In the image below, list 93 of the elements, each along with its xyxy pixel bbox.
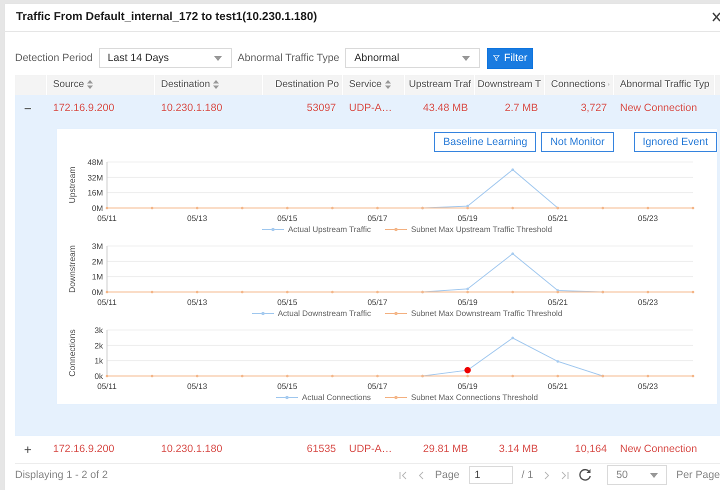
table-cell: 10.230.1.180 [161,102,222,114]
x-tick-label: 05/23 [638,298,658,307]
table-cell: 61535 [306,443,336,456]
next-page-icon[interactable] [542,470,552,480]
table-cell: 53097 [306,102,336,114]
y-tick-label: 3M [92,242,103,251]
x-tick-label: 05/23 [638,214,658,223]
action-button[interactable]: Ignored Event [634,132,717,152]
per-page-label: Per Page [676,469,720,482]
table-cell: 10.230.1.180 [161,443,222,456]
y-tick-label: 0M [92,204,103,213]
x-tick-label: 05/19 [458,298,478,307]
x-tick-label: 05/21 [548,298,568,307]
y-tick-label: 0k [94,372,103,381]
table-cell: UDP-A… [349,443,392,456]
x-tick-label: 05/13 [187,214,208,223]
filter-dropdown[interactable]: Last 14 Days [98,48,232,68]
y-axis-label: Downstream [67,245,77,293]
x-tick-label: 05/11 [97,214,117,223]
filter-label: Abnormal Traffic Type [238,52,340,64]
table-row[interactable]: − 172.16.9.200 10.230.1.180 53097 UDP-A… 43.48 MB 2.7 MB 3,727 New Connection [15,94,720,122]
legend-line-icon [276,395,298,400]
action-button[interactable]: Baseline Learning [434,132,536,152]
page-input[interactable]: 1 [468,466,513,484]
legend-line-icon [252,311,274,316]
refresh-icon[interactable] [578,468,592,482]
filter-dropdown[interactable]: Abnormal [345,48,480,68]
x-tick-label: 05/13 [187,298,208,307]
caret-icon [462,56,470,61]
table-cell: 3.14 MB [498,443,538,456]
legend-label: Actual Downstream Traffic [278,309,371,318]
legend-label: Actual Connections [302,393,371,402]
y-axis-label: Upstream [67,166,77,204]
caret-icon [214,56,222,61]
filter-button[interactable]: Filter [487,48,534,69]
previous-page-icon[interactable] [417,470,426,480]
highlight-point [464,366,471,374]
y-tick-label: 16M [87,188,103,198]
y-axis-label: Connections [67,329,77,377]
table-cell: 29.81 MB [423,443,468,456]
x-tick-label: 05/17 [367,214,388,223]
last-page-icon[interactable] [560,470,570,480]
table-cell: New Connection [620,443,698,456]
page-total: / 1 [522,469,534,482]
legend-label: Actual Upstream Traffic [288,225,371,234]
expand-toggle[interactable]: − [24,100,32,116]
x-tick-label: 05/23 [638,382,658,391]
y-tick-label: 0M [92,288,103,297]
x-tick-label: 05/11 [97,298,117,307]
y-tick-label: 2k [94,341,103,350]
x-tick-label: 05/21 [548,382,568,391]
dialog-title: Traffic From Default_internal_172 to test1(10.230.1.180) [16,11,318,24]
y-tick-label: 48M [87,158,103,167]
filter-label: Detection Period [15,52,93,64]
y-tick-label: 2M [92,257,103,266]
page-label: Page [435,469,460,482]
close-icon[interactable] [712,12,720,22]
legend-label: Subnet Max Connections Threshold [410,393,538,402]
x-tick-label: 05/13 [187,382,208,391]
caret-icon [650,472,658,478]
table-cell: New Connection [620,102,698,114]
x-tick-label: 05/19 [458,382,478,391]
x-tick-label: 05/11 [97,382,117,391]
x-tick-label: 05/15 [277,298,298,307]
x-tick-label: 05/17 [367,382,388,391]
y-tick-label: 1M [92,272,103,282]
table-cell: 3,727 [580,102,607,114]
first-page-icon[interactable] [399,470,408,480]
legend-line-icon [384,227,407,232]
x-tick-label: 05/15 [277,382,298,391]
x-tick-label: 05/15 [277,214,298,223]
legend-line-icon [262,227,284,232]
table-row[interactable]: + 172.16.9.200 10.230.1.180 61535 UDP-A… 29.81 MB 3.14 MB 10,164 New Connection [15,436,720,464]
x-tick-label: 05/21 [548,214,568,223]
table-cell: UDP-A… [349,102,392,114]
per-page-dropdown[interactable]: 50 [607,465,668,486]
table-cell: 10,164 [574,443,607,456]
table-cell: 172.16.9.200 [53,102,114,114]
x-tick-label: 05/19 [458,214,478,223]
expand-toggle[interactable]: + [24,442,32,457]
y-tick-label: 1k [94,356,103,366]
table-cell: 2.7 MB [504,102,538,114]
legend-line-icon [384,395,407,400]
legend-label: Subnet Max Downstream Traffic Threshold [410,309,562,318]
action-button[interactable]: Not Monitor [541,132,614,152]
x-tick-label: 05/17 [367,298,388,307]
y-tick-label: 32M [87,173,103,182]
legend-label: Subnet Max Upstream Traffic Threshold [410,225,552,234]
table-cell: 43.48 MB [423,102,468,114]
table-cell: 172.16.9.200 [53,443,114,456]
legend-line-icon [384,311,407,316]
y-tick-label: 3k [94,326,103,335]
record-summary: Displaying 1 - 2 of 2 [15,469,108,482]
